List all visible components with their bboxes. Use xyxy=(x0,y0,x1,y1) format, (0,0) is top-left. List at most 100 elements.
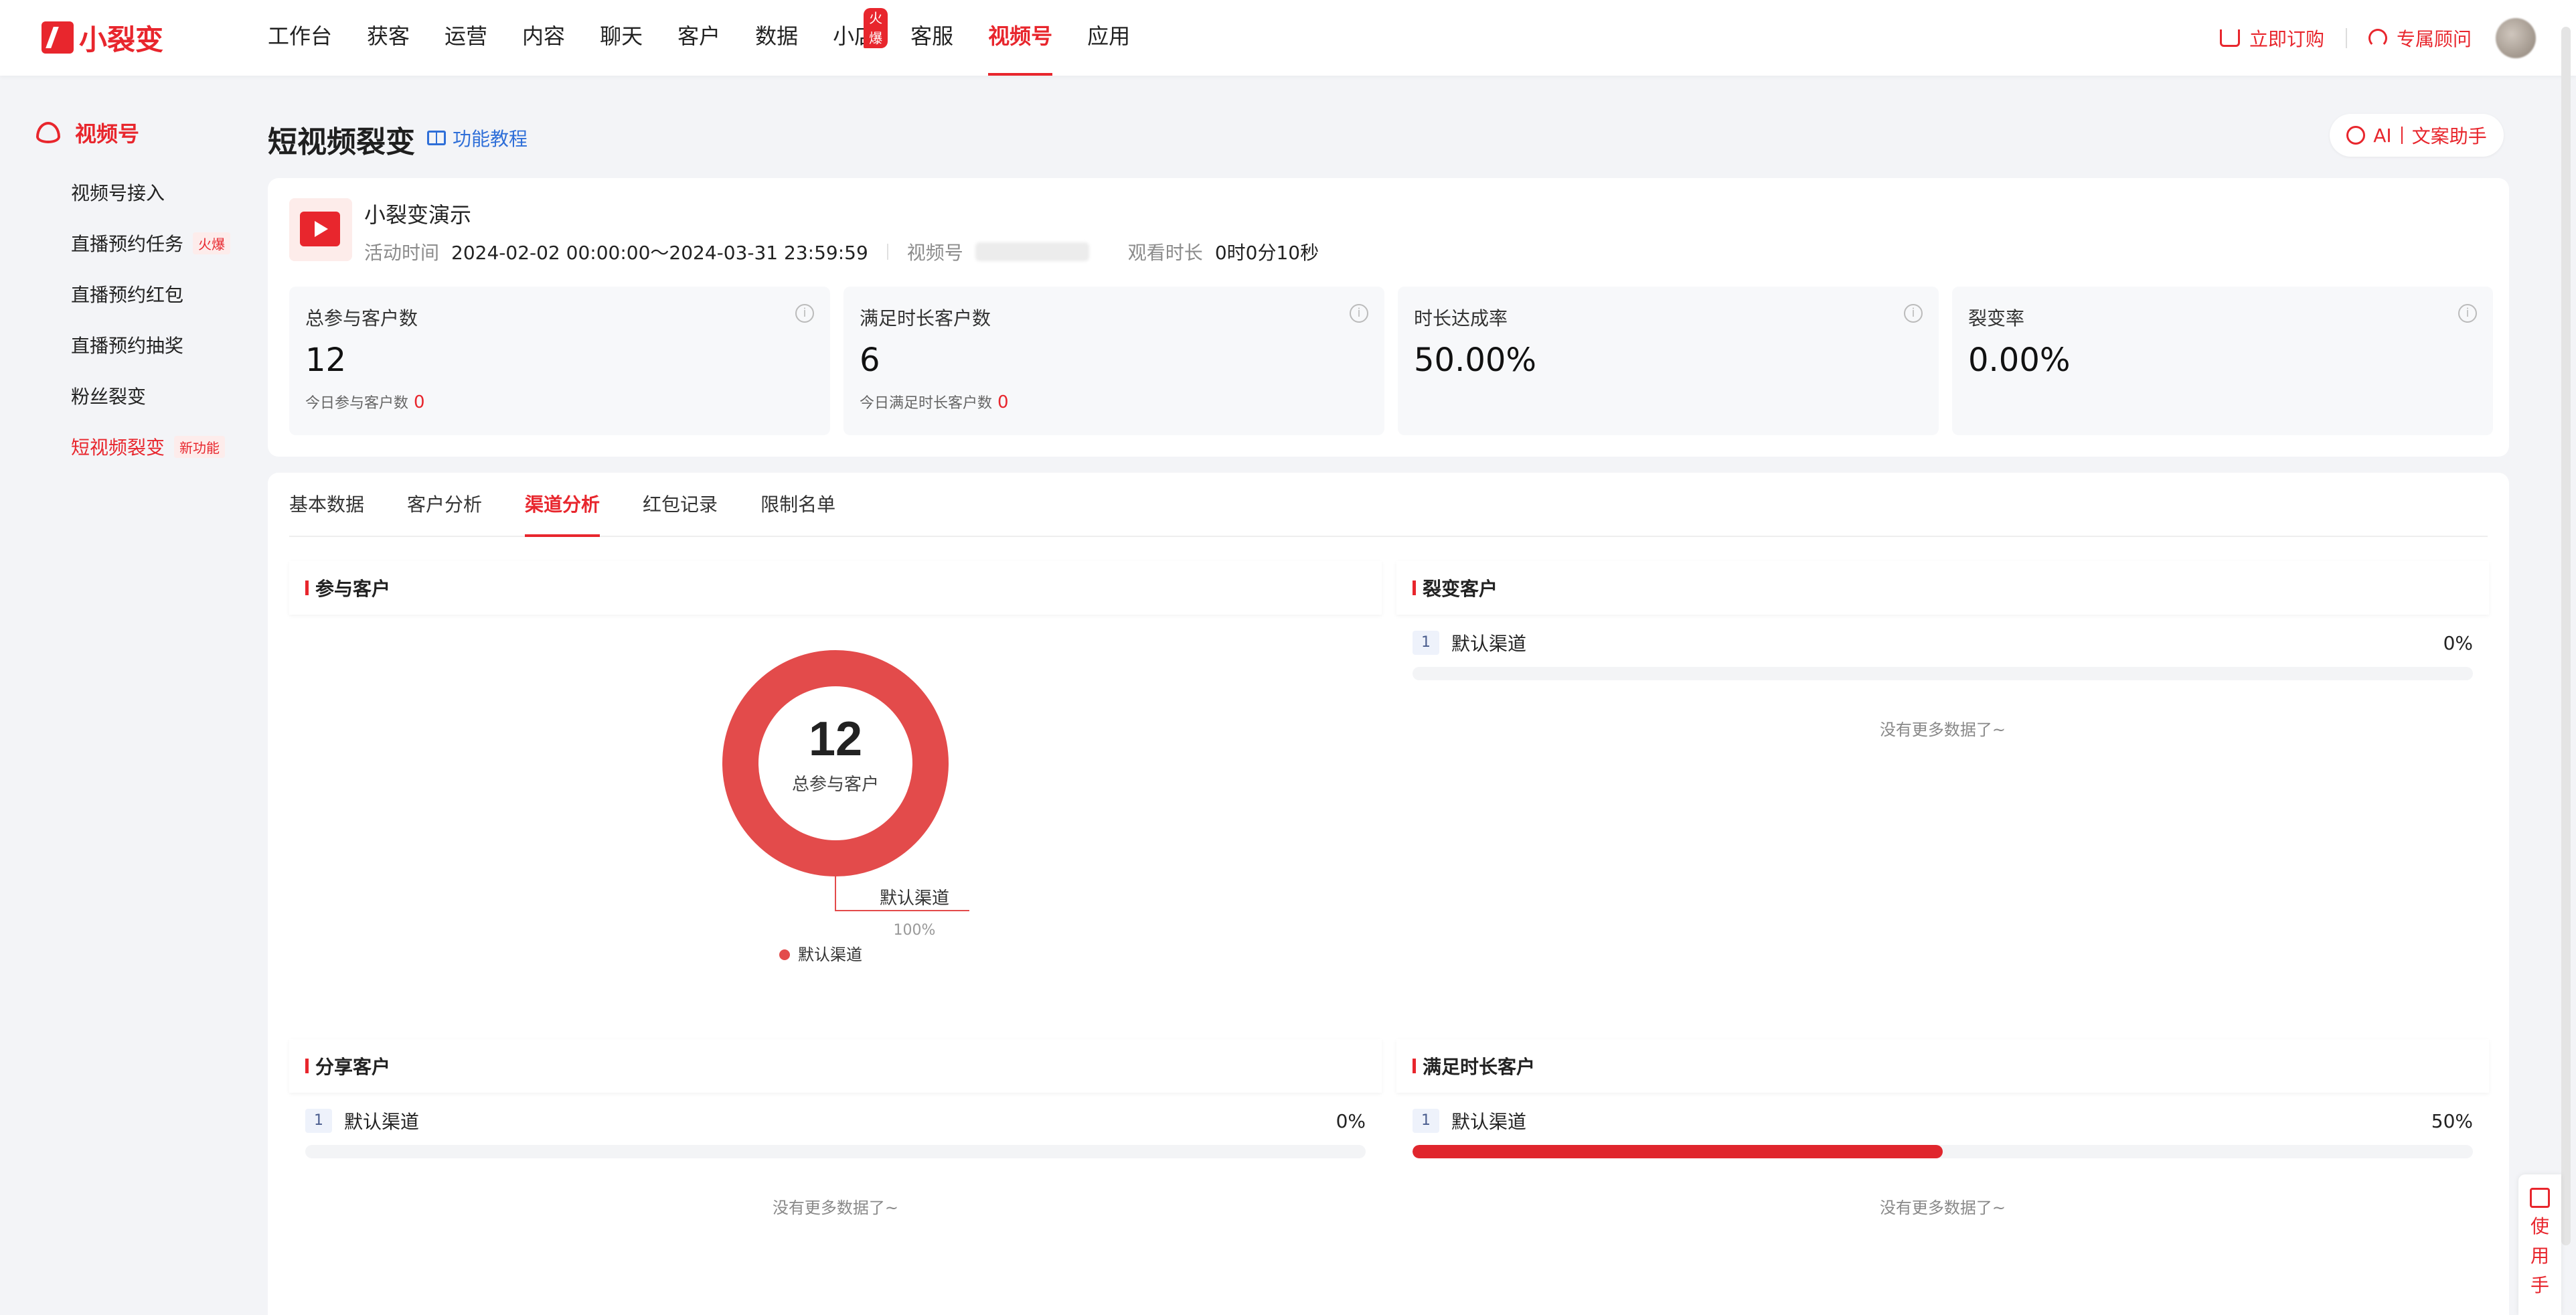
stat-value: 0.00% xyxy=(1968,341,2071,379)
nav-item-channels[interactable]: 视频号 xyxy=(988,0,1053,76)
book-icon xyxy=(427,131,446,145)
advisor-button[interactable]: 专属顾问 xyxy=(2368,25,2472,52)
info-icon[interactable]: i xyxy=(795,304,814,323)
top-right-actions: 立即订购 专属顾问 xyxy=(2198,0,2536,76)
advisor-label: 专属顾问 xyxy=(2396,27,2472,50)
stat-label: 总参与客户数 xyxy=(305,307,418,329)
stat-sub: 今日满足时长客户数 0 xyxy=(860,392,1009,412)
manual-book-icon xyxy=(2530,1188,2550,1208)
nav-item-workbench[interactable]: 工作台 xyxy=(268,0,332,76)
channel-pct: 0% xyxy=(2443,631,2473,654)
stat-value: 12 xyxy=(305,341,347,379)
tutorial-link[interactable]: 功能教程 xyxy=(427,125,528,151)
logo[interactable]: 小裂变 xyxy=(42,19,163,56)
stat-label: 满足时长客户数 xyxy=(860,307,991,329)
watch-label: 观看时长 xyxy=(1127,242,1203,264)
tab-basic-data[interactable]: 基本数据 xyxy=(289,473,364,536)
ai-label: AI xyxy=(2373,124,2392,147)
subscribe-button[interactable]: 立即订购 xyxy=(2219,25,2324,52)
share-panel: 分享客户 1 默认渠道 0% 没有更多数据了~ xyxy=(289,1039,1382,1307)
subscribe-label: 立即订购 xyxy=(2249,27,2324,50)
progress-bar xyxy=(305,1145,1366,1158)
panel-title: 分享客户 xyxy=(289,1039,1382,1093)
progress-bar xyxy=(1413,667,2473,680)
progress-bar xyxy=(1413,1145,2473,1158)
divider xyxy=(2401,127,2403,144)
stat-total-participants: 总参与客户数 i 12 今日参与客户数 0 xyxy=(289,287,830,435)
ai-assistant-button[interactable]: AI 文案助手 xyxy=(2330,114,2504,157)
tab-restricted-list[interactable]: 限制名单 xyxy=(760,473,835,536)
nav-item-shop[interactable]: 小店 火爆 xyxy=(833,0,888,76)
tab-redpacket-records[interactable]: 红包记录 xyxy=(643,473,718,536)
legend-label: 默认渠道 xyxy=(798,945,862,964)
time-label: 活动时间 xyxy=(364,242,440,264)
rank-number: 1 xyxy=(1413,1109,1439,1133)
sidebar-item-live-booking-task[interactable]: 直播预约任务 火爆 xyxy=(71,230,231,256)
sidebar-item-live-booking-lottery[interactable]: 直播预约抽奖 xyxy=(71,331,183,358)
sidebar-item-short-video-fission[interactable]: 短视频裂变 新功能 xyxy=(71,433,226,460)
new-feature-tag: 新功能 xyxy=(174,435,226,458)
nav-item-customers[interactable]: 客户 xyxy=(677,0,720,76)
legend-dot xyxy=(779,949,790,960)
channel-name: 默认渠道 xyxy=(344,1111,420,1133)
info-icon[interactable]: i xyxy=(1904,304,1923,323)
info-icon[interactable]: i xyxy=(2458,304,2477,323)
fission-panel: 裂变客户 1 默认渠道 0% 没有更多数据了~ xyxy=(1396,561,2489,1016)
watch-value: 0时0分10秒 xyxy=(1214,242,1319,264)
hot-tag: 火爆 xyxy=(193,232,231,254)
tab-customer-analysis[interactable]: 客户分析 xyxy=(407,473,482,536)
time-value: 2024-02-02 00:00:00～2024-03-31 23:59:59 xyxy=(451,242,868,264)
activity-meta: 活动时间 2024-02-02 00:00:00～2024-03-31 23:5… xyxy=(364,238,1319,265)
manual-label-char: 手 xyxy=(2530,1274,2549,1296)
activity-name: 小裂变演示 xyxy=(364,202,472,228)
no-more-text: 没有更多数据了~ xyxy=(772,1198,899,1217)
headset-icon xyxy=(2368,28,2387,48)
info-icon[interactable]: i xyxy=(1350,304,1368,323)
ai-assistant-label: 文案助手 xyxy=(2411,125,2487,147)
panel-title: 满足时长客户 xyxy=(1396,1039,2489,1093)
nav-item-service[interactable]: 客服 xyxy=(910,0,953,76)
page-title: 短视频裂变 xyxy=(268,125,415,159)
analysis-tabs: 基本数据 客户分析 渠道分析 红包记录 限制名单 xyxy=(289,473,2488,537)
channel-name: 默认渠道 xyxy=(1451,633,1527,655)
duration-panel: 满足时长客户 1 默认渠道 50% 没有更多数据了~ xyxy=(1396,1039,2489,1307)
nav-item-acquire[interactable]: 获客 xyxy=(367,0,410,76)
nav-item-data[interactable]: 数据 xyxy=(755,0,798,76)
stat-value: 50.00% xyxy=(1414,341,1537,379)
main-nav: 工作台 获客 运营 内容 聊天 客户 数据 小店 火爆 客服 视频号 应用 xyxy=(268,0,1165,76)
divider xyxy=(886,244,888,260)
channel-id-redacted xyxy=(975,242,1089,261)
participants-panel: 参与客户 12 总参与客户 默认渠道 100% 默认渠道 xyxy=(289,561,1382,1016)
avatar[interactable] xyxy=(2496,17,2536,58)
user-manual-button[interactable]: 使 用 手 xyxy=(2518,1174,2561,1315)
nav-item-chat[interactable]: 聊天 xyxy=(600,0,643,76)
sidebar-header-label: 视频号 xyxy=(75,121,140,147)
no-more-text: 没有更多数据了~ xyxy=(1879,720,2006,739)
sidebar: 视频号 视频号接入 直播预约任务 火爆 直播预约红包 直播预约抽奖 粉丝裂变 短视… xyxy=(0,76,254,1315)
channel-pct: 50% xyxy=(2431,1109,2473,1132)
logo-icon xyxy=(42,21,74,54)
tab-channel-analysis[interactable]: 渠道分析 xyxy=(525,473,600,537)
divider xyxy=(2345,27,2347,48)
logo-text: 小裂变 xyxy=(79,23,164,56)
nav-item-operate[interactable]: 运营 xyxy=(445,0,487,76)
nav-item-content[interactable]: 内容 xyxy=(522,0,565,76)
donut-center-value: 12 xyxy=(809,712,862,766)
page-scrollbar[interactable] xyxy=(2561,27,2571,1245)
analysis-card: 基本数据 客户分析 渠道分析 红包记录 限制名单 参与客户 12 总参与客户 默… xyxy=(268,473,2509,1315)
donut-center-label: 总参与客户 xyxy=(792,775,879,795)
manual-label-char: 使 xyxy=(2530,1215,2549,1237)
participants-donut-chart: 12 总参与客户 默认渠道 100% 默认渠道 xyxy=(722,650,969,964)
nav-item-apps[interactable]: 应用 xyxy=(1087,0,1130,76)
top-navbar: 小裂变 工作台 获客 运营 内容 聊天 客户 数据 小店 火爆 客服 视频号 应用… xyxy=(0,0,2576,76)
stat-duration-rate: 时长达成率 i 50.00% xyxy=(1398,287,1939,435)
sidebar-item-live-booking-redpacket[interactable]: 直播预约红包 xyxy=(71,281,183,307)
stat-sub: 今日参与客户数 0 xyxy=(305,392,425,412)
sidebar-item-fans-fission[interactable]: 粉丝裂变 xyxy=(71,382,146,409)
stat-label: 裂变率 xyxy=(1968,307,2025,329)
channel-label: 视频号 xyxy=(906,242,963,264)
sidebar-item-channel-access[interactable]: 视频号接入 xyxy=(71,179,165,206)
no-more-text: 没有更多数据了~ xyxy=(1879,1198,2006,1217)
list-item: 1 默认渠道 0% xyxy=(1413,628,2473,680)
